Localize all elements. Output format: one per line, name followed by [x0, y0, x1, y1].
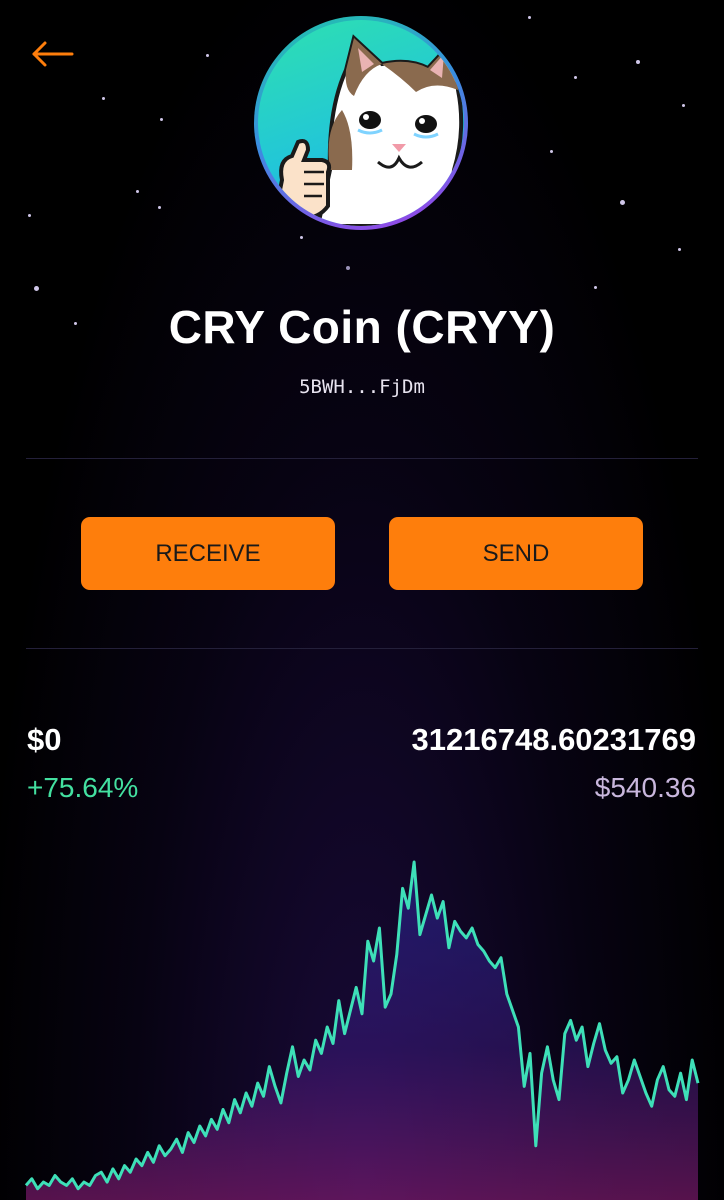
back-button[interactable] [28, 36, 80, 72]
token-price: $0 [27, 722, 62, 757]
price-change: +75.64% [27, 772, 139, 803]
receive-button[interactable]: RECEIVE [81, 517, 335, 590]
divider [26, 648, 698, 649]
token-avatar [254, 16, 468, 230]
arrow-left-icon [28, 40, 74, 68]
crying-cat-thumbs-up-image [258, 20, 464, 226]
token-detail-screen: CRY Coin (CRYY) 5BWH...FjDm RECEIVE SEND… [0, 0, 724, 1200]
divider [26, 458, 698, 459]
token-balance: 31216748.60231769 [411, 722, 696, 757]
send-button[interactable]: SEND [389, 517, 643, 590]
balance-value: $540.36 [594, 772, 696, 803]
token-name: CRY Coin (CRYY) [168, 301, 556, 353]
token-address[interactable]: 5BWH...FjDm [0, 376, 724, 398]
price-chart[interactable] [0, 840, 724, 1200]
